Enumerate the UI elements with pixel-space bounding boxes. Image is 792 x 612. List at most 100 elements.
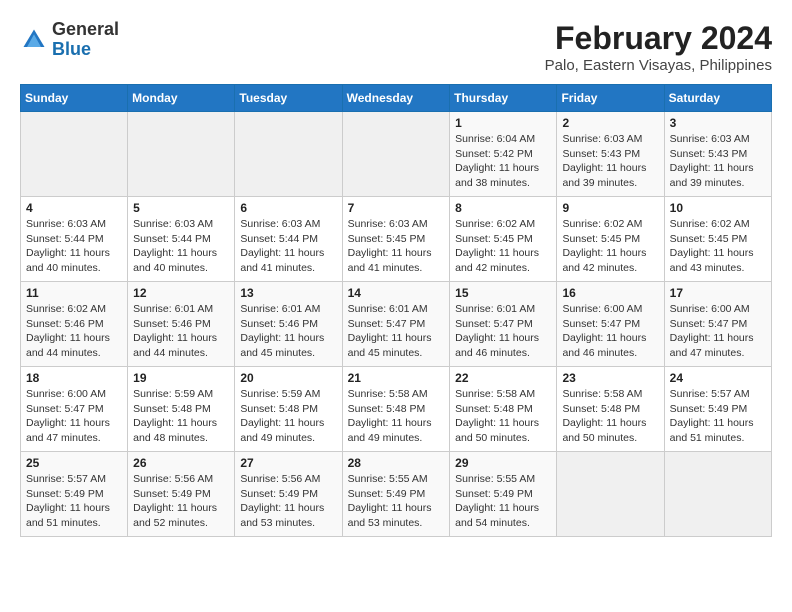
weekday-header-row: SundayMondayTuesdayWednesdayThursdayFrid… <box>21 85 772 112</box>
calendar-cell: 7 Sunrise: 6:03 AM Sunset: 5:45 PM Daylig… <box>342 197 450 282</box>
day-number: 28 <box>348 456 445 470</box>
logo-blue-text: Blue <box>52 39 91 59</box>
logo-icon <box>20 26 48 54</box>
day-info: Sunrise: 5:59 AM Sunset: 5:48 PM Dayligh… <box>240 387 336 446</box>
day-number: 24 <box>670 371 766 385</box>
day-info: Sunrise: 6:03 AM Sunset: 5:43 PM Dayligh… <box>562 132 658 191</box>
calendar-cell: 12Sunrise: 6:01 AM Sunset: 5:46 PM Dayli… <box>128 282 235 367</box>
day-number: 10 <box>670 201 766 215</box>
day-number: 22 <box>455 371 551 385</box>
day-info: Sunrise: 6:02 AM Sunset: 5:45 PM Dayligh… <box>670 217 766 276</box>
day-number: 7 <box>348 201 445 215</box>
calendar-cell: 22 Sunrise: 5:58 AM Sunset: 5:48 PM Dayli… <box>450 367 557 452</box>
calendar-cell: 19 Sunrise: 5:59 AM Sunset: 5:48 PM Dayli… <box>128 367 235 452</box>
weekday-header-thursday: Thursday <box>450 85 557 112</box>
day-number: 4 <box>26 201 122 215</box>
day-info: Sunrise: 6:03 AM Sunset: 5:44 PM Dayligh… <box>133 217 229 276</box>
day-info: Sunrise: 5:58 AM Sunset: 5:48 PM Dayligh… <box>455 387 551 446</box>
weekday-header-saturday: Saturday <box>664 85 771 112</box>
day-info: Sunrise: 6:02 AM Sunset: 5:46 PM Dayligh… <box>26 302 122 361</box>
day-info: Sunrise: 5:56 AM Sunset: 5:49 PM Dayligh… <box>240 472 336 531</box>
weekday-header-tuesday: Tuesday <box>235 85 342 112</box>
day-number: 15 <box>455 286 551 300</box>
day-info: Sunrise: 5:58 AM Sunset: 5:48 PM Dayligh… <box>348 387 445 446</box>
calendar-cell: 27Sunrise: 5:56 AM Sunset: 5:49 PM Dayli… <box>235 452 342 537</box>
day-info: Sunrise: 6:01 AM Sunset: 5:47 PM Dayligh… <box>348 302 445 361</box>
calendar-cell: 17 Sunrise: 6:00 AM Sunset: 5:47 PM Dayli… <box>664 282 771 367</box>
calendar-cell: 13 Sunrise: 6:01 AM Sunset: 5:46 PM Dayli… <box>235 282 342 367</box>
calendar-cell <box>342 112 450 197</box>
day-info: Sunrise: 5:57 AM Sunset: 5:49 PM Dayligh… <box>670 387 766 446</box>
day-number: 5 <box>133 201 229 215</box>
weekday-header-wednesday: Wednesday <box>342 85 450 112</box>
day-info: Sunrise: 6:04 AM Sunset: 5:42 PM Dayligh… <box>455 132 551 191</box>
day-number: 6 <box>240 201 336 215</box>
calendar-cell: 14 Sunrise: 6:01 AM Sunset: 5:47 PM Dayli… <box>342 282 450 367</box>
day-number: 17 <box>670 286 766 300</box>
calendar-cell: 25 Sunrise: 5:57 AM Sunset: 5:49 PM Dayli… <box>21 452 128 537</box>
calendar-cell <box>557 452 664 537</box>
calendar-cell: 21 Sunrise: 5:58 AM Sunset: 5:48 PM Dayli… <box>342 367 450 452</box>
day-info: Sunrise: 6:00 AM Sunset: 5:47 PM Dayligh… <box>562 302 658 361</box>
calendar-cell: 29 Sunrise: 5:55 AM Sunset: 5:49 PM Dayli… <box>450 452 557 537</box>
weekday-header-friday: Friday <box>557 85 664 112</box>
calendar-cell: 16 Sunrise: 6:00 AM Sunset: 5:47 PM Dayli… <box>557 282 664 367</box>
calendar-cell: 20 Sunrise: 5:59 AM Sunset: 5:48 PM Dayli… <box>235 367 342 452</box>
day-number: 3 <box>670 116 766 130</box>
logo: General Blue <box>20 20 119 60</box>
day-info: Sunrise: 5:55 AM Sunset: 5:49 PM Dayligh… <box>455 472 551 531</box>
calendar-cell: 11 Sunrise: 6:02 AM Sunset: 5:46 PM Dayli… <box>21 282 128 367</box>
calendar-cell: 24 Sunrise: 5:57 AM Sunset: 5:49 PM Dayli… <box>664 367 771 452</box>
day-number: 26 <box>133 456 229 470</box>
day-info: Sunrise: 5:59 AM Sunset: 5:48 PM Dayligh… <box>133 387 229 446</box>
day-info: Sunrise: 6:01 AM Sunset: 5:46 PM Dayligh… <box>133 302 229 361</box>
day-number: 20 <box>240 371 336 385</box>
day-info: Sunrise: 6:01 AM Sunset: 5:47 PM Dayligh… <box>455 302 551 361</box>
day-number: 16 <box>562 286 658 300</box>
calendar-cell: 18Sunrise: 6:00 AM Sunset: 5:47 PM Dayli… <box>21 367 128 452</box>
calendar-cell: 23 Sunrise: 5:58 AM Sunset: 5:48 PM Dayli… <box>557 367 664 452</box>
day-number: 2 <box>562 116 658 130</box>
day-info: Sunrise: 6:02 AM Sunset: 5:45 PM Dayligh… <box>455 217 551 276</box>
calendar-cell: 15 Sunrise: 6:01 AM Sunset: 5:47 PM Dayli… <box>450 282 557 367</box>
day-info: Sunrise: 5:58 AM Sunset: 5:48 PM Dayligh… <box>562 387 658 446</box>
day-number: 1 <box>455 116 551 130</box>
calendar-cell: 26 Sunrise: 5:56 AM Sunset: 5:49 PM Dayli… <box>128 452 235 537</box>
day-number: 11 <box>26 286 122 300</box>
week-row-5: 25 Sunrise: 5:57 AM Sunset: 5:49 PM Dayli… <box>21 452 772 537</box>
day-number: 29 <box>455 456 551 470</box>
calendar-cell <box>235 112 342 197</box>
day-number: 19 <box>133 371 229 385</box>
week-row-4: 18Sunrise: 6:00 AM Sunset: 5:47 PM Dayli… <box>21 367 772 452</box>
calendar-cell: 9Sunrise: 6:02 AM Sunset: 5:45 PM Daylig… <box>557 197 664 282</box>
calendar-cell: 2 Sunrise: 6:03 AM Sunset: 5:43 PM Daylig… <box>557 112 664 197</box>
weekday-header-monday: Monday <box>128 85 235 112</box>
week-row-1: 1 Sunrise: 6:04 AM Sunset: 5:42 PM Daylig… <box>21 112 772 197</box>
day-info: Sunrise: 5:56 AM Sunset: 5:49 PM Dayligh… <box>133 472 229 531</box>
day-info: Sunrise: 6:03 AM Sunset: 5:44 PM Dayligh… <box>26 217 122 276</box>
day-info: Sunrise: 5:57 AM Sunset: 5:49 PM Dayligh… <box>26 472 122 531</box>
day-number: 14 <box>348 286 445 300</box>
day-info: Sunrise: 5:55 AM Sunset: 5:49 PM Dayligh… <box>348 472 445 531</box>
calendar-cell: 5 Sunrise: 6:03 AM Sunset: 5:44 PM Daylig… <box>128 197 235 282</box>
calendar-cell: 6 Sunrise: 6:03 AM Sunset: 5:44 PM Daylig… <box>235 197 342 282</box>
week-row-3: 11 Sunrise: 6:02 AM Sunset: 5:46 PM Dayli… <box>21 282 772 367</box>
calendar-cell: 4 Sunrise: 6:03 AM Sunset: 5:44 PM Daylig… <box>21 197 128 282</box>
logo-general-text: General <box>52 19 119 39</box>
day-info: Sunrise: 6:00 AM Sunset: 5:47 PM Dayligh… <box>26 387 122 446</box>
day-info: Sunrise: 6:03 AM Sunset: 5:44 PM Dayligh… <box>240 217 336 276</box>
day-number: 21 <box>348 371 445 385</box>
day-number: 13 <box>240 286 336 300</box>
day-number: 8 <box>455 201 551 215</box>
day-number: 23 <box>562 371 658 385</box>
day-info: Sunrise: 6:00 AM Sunset: 5:47 PM Dayligh… <box>670 302 766 361</box>
calendar-cell <box>664 452 771 537</box>
calendar-cell: 28 Sunrise: 5:55 AM Sunset: 5:49 PM Dayli… <box>342 452 450 537</box>
month-year-title: February 2024 <box>545 20 772 57</box>
day-info: Sunrise: 6:01 AM Sunset: 5:46 PM Dayligh… <box>240 302 336 361</box>
day-number: 25 <box>26 456 122 470</box>
title-block: February 2024 Palo, Eastern Visayas, Phi… <box>545 20 772 74</box>
week-row-2: 4 Sunrise: 6:03 AM Sunset: 5:44 PM Daylig… <box>21 197 772 282</box>
day-info: Sunrise: 6:03 AM Sunset: 5:45 PM Dayligh… <box>348 217 445 276</box>
page-header: General Blue February 2024 Palo, Eastern… <box>20 20 772 74</box>
